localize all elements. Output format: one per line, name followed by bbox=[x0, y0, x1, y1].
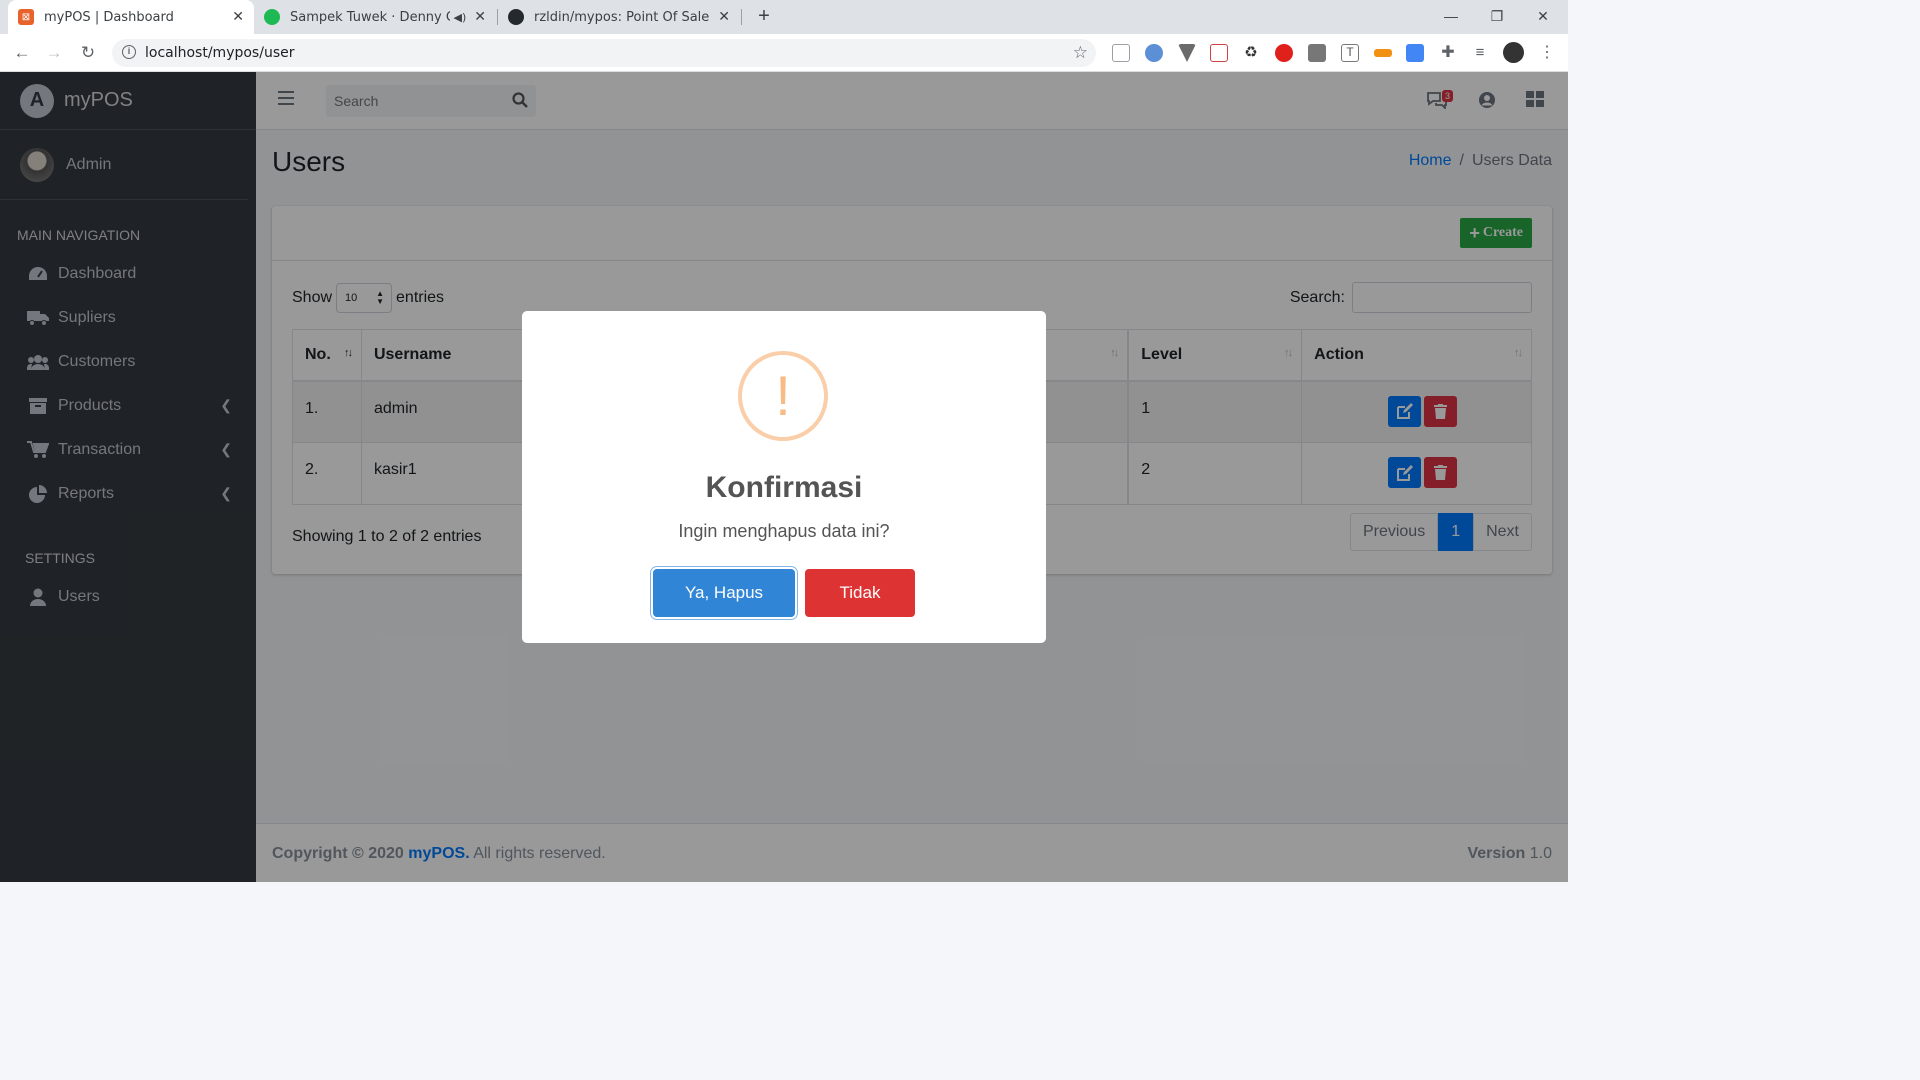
translate-text-extension-icon[interactable]: T bbox=[1341, 44, 1359, 62]
dialog-title: Konfirmasi bbox=[705, 471, 863, 504]
forward-icon[interactable]: → bbox=[42, 41, 66, 65]
reload-icon[interactable]: ↻ bbox=[76, 41, 100, 65]
new-tab-button[interactable]: + bbox=[752, 4, 776, 28]
camera-extension-icon[interactable] bbox=[1308, 44, 1326, 62]
adblock-extension-icon[interactable] bbox=[1275, 44, 1293, 62]
tab-title: rzldin/mypos: Point Of Sale Appli bbox=[534, 9, 710, 25]
close-tab-icon[interactable]: ✕ bbox=[232, 9, 244, 25]
recycle-extension-icon[interactable]: ♻ bbox=[1242, 44, 1260, 62]
back-icon[interactable]: ← bbox=[10, 41, 34, 65]
minimize-icon[interactable]: — bbox=[1428, 0, 1474, 34]
tab-separator bbox=[741, 9, 742, 25]
tab-title: Sampek Tuwek · Denny Cakn bbox=[290, 9, 450, 25]
dialog-message: Ingin menghapus data ini? bbox=[678, 521, 890, 541]
site-info-icon[interactable]: i bbox=[122, 45, 136, 59]
close-window-icon[interactable]: ✕ bbox=[1520, 0, 1566, 34]
url-text[interactable]: localhost/mypos/user bbox=[145, 45, 294, 61]
spotify-favicon-icon bbox=[264, 9, 280, 25]
close-tab-icon[interactable]: ✕ bbox=[718, 9, 730, 25]
extension-icon[interactable] bbox=[1178, 44, 1196, 62]
confirm-delete-button[interactable]: Ya, Hapus bbox=[653, 569, 795, 617]
browser-tab-mypos[interactable]: ⊠ myPOS | Dashboard ✕ bbox=[8, 0, 254, 34]
google-translate-icon[interactable] bbox=[1406, 44, 1424, 62]
close-tab-icon[interactable]: ✕ bbox=[474, 9, 486, 25]
warning-icon: ! bbox=[738, 351, 828, 441]
extension-icon[interactable] bbox=[1112, 44, 1130, 62]
browser-tab-bar: ⊠ myPOS | Dashboard ✕ Sampek Tuwek · Den… bbox=[0, 0, 1568, 34]
extension-icon[interactable] bbox=[1374, 49, 1392, 57]
browser-tab-github[interactable]: rzldin/mypos: Point Of Sale Appli ✕ bbox=[498, 0, 740, 34]
audio-playing-icon[interactable]: ◀) bbox=[454, 11, 467, 24]
confirm-delete-dialog: ! Konfirmasi Ingin menghapus data ini? Y… bbox=[522, 311, 1046, 643]
address-bar[interactable]: i localhost/mypos/user ☆ bbox=[112, 39, 1096, 67]
cancel-button[interactable]: Tidak bbox=[805, 569, 915, 617]
bookmark-star-icon[interactable]: ☆ bbox=[1073, 43, 1088, 63]
extension-icon[interactable] bbox=[1210, 44, 1228, 62]
browser-tab-spotify[interactable]: Sampek Tuwek · Denny Cakn ◀) ✕ bbox=[254, 0, 496, 34]
dialog-actions: Ya, Hapus Tidak bbox=[522, 569, 1046, 617]
browser-toolbar: ← → ↻ i localhost/mypos/user ☆ ♻ T ✚ ≡ ⋮ bbox=[0, 34, 1568, 72]
restore-icon[interactable]: ❐ bbox=[1474, 0, 1520, 34]
profile-avatar-icon[interactable] bbox=[1503, 42, 1524, 63]
tab-title: myPOS | Dashboard bbox=[44, 9, 174, 25]
media-queue-icon[interactable]: ≡ bbox=[1471, 44, 1489, 62]
mypos-favicon-icon: ⊠ bbox=[18, 9, 34, 25]
extensions-puzzle-icon[interactable]: ✚ bbox=[1439, 44, 1457, 62]
menu-kebab-icon[interactable]: ⋮ bbox=[1538, 44, 1556, 62]
github-favicon-icon bbox=[508, 9, 524, 25]
extension-icon[interactable] bbox=[1145, 44, 1163, 62]
